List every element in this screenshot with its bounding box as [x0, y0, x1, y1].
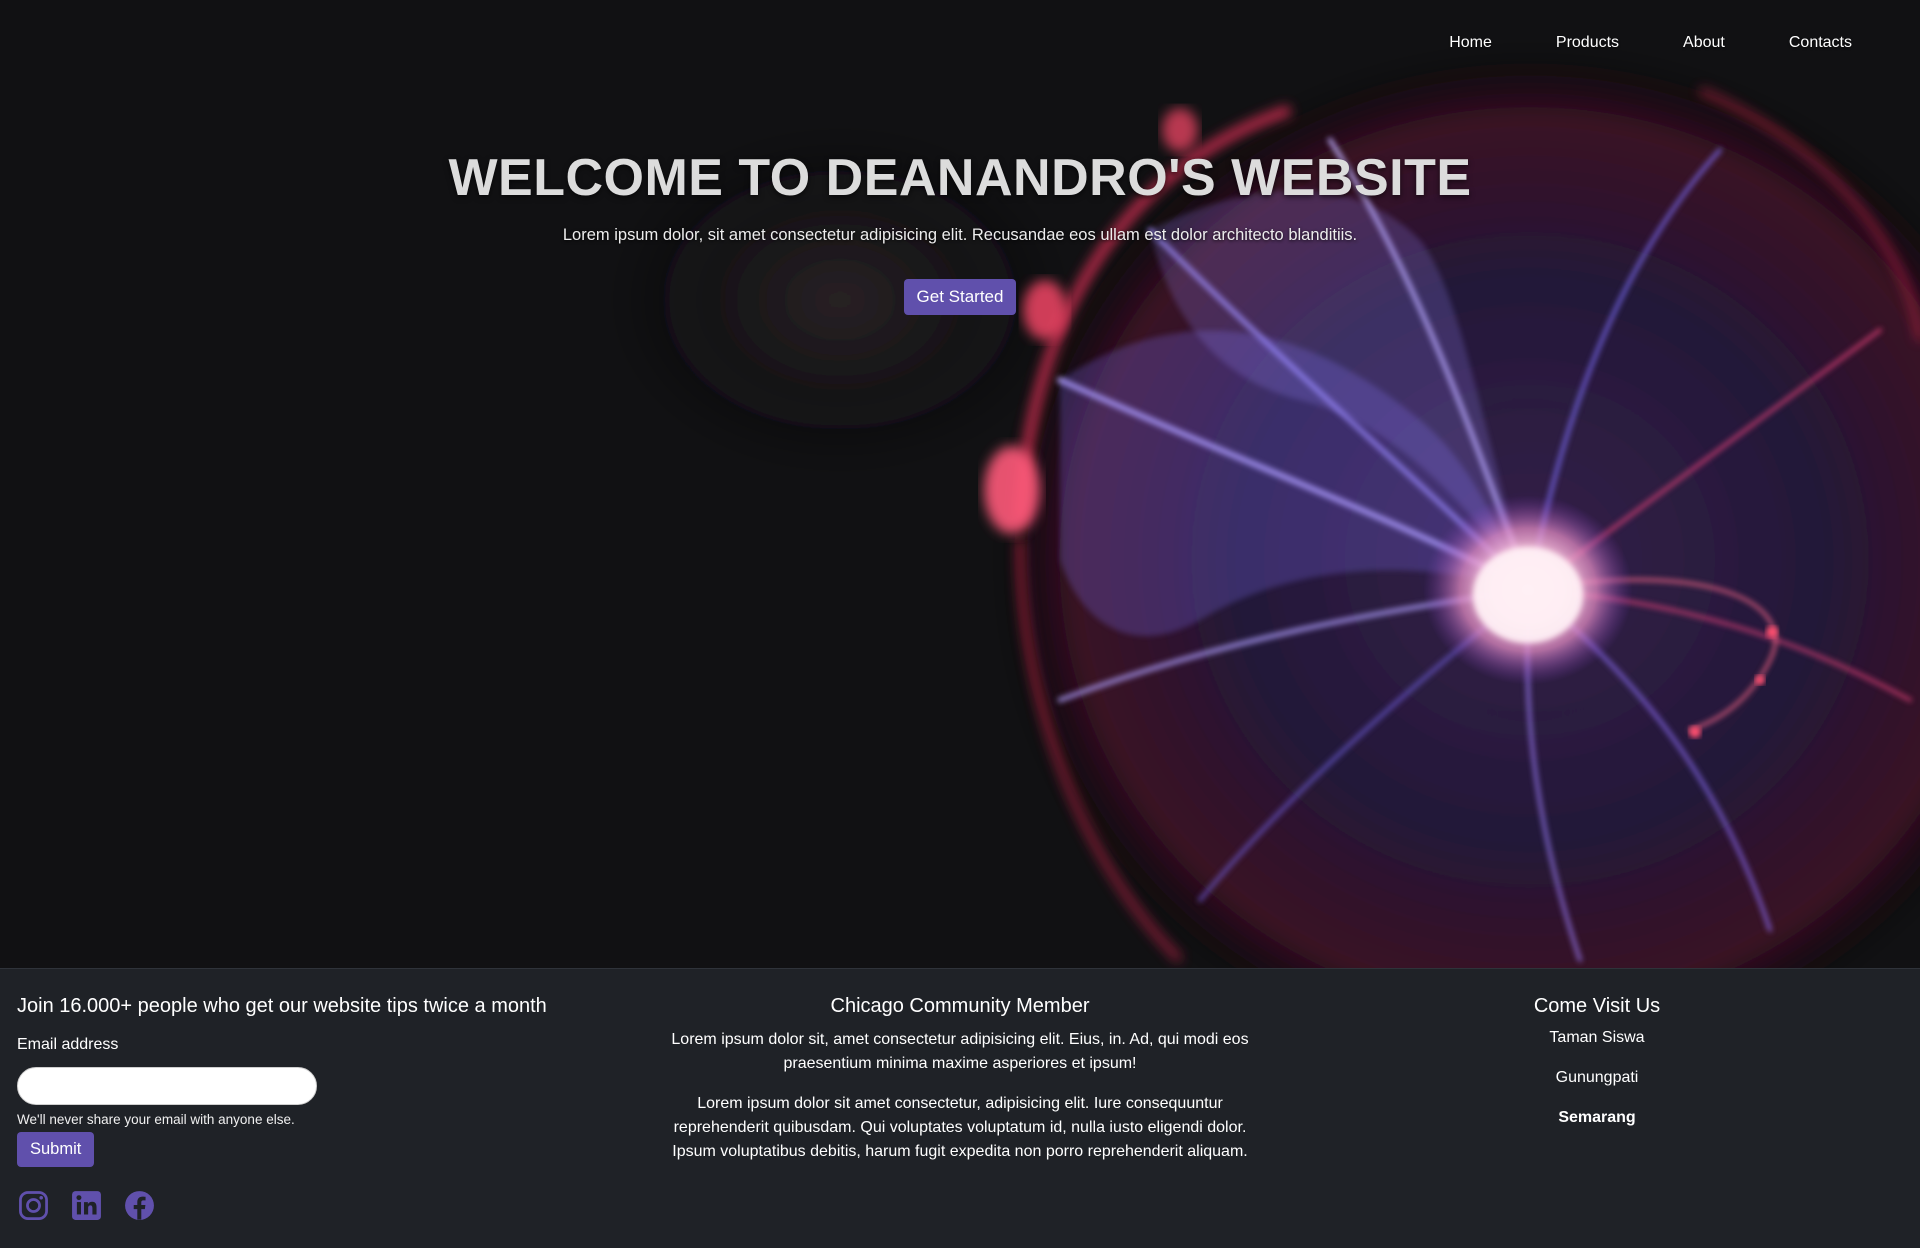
facebook-icon[interactable]	[123, 1189, 156, 1222]
nav-contacts[interactable]: Contacts	[1757, 30, 1852, 56]
nav-about[interactable]: About	[1651, 30, 1757, 56]
nav-products[interactable]: Products	[1524, 30, 1651, 56]
community-column: Chicago Community Member Lorem ipsum dol…	[660, 995, 1260, 1164]
nav-home[interactable]: Home	[1417, 30, 1524, 56]
email-input[interactable]	[17, 1067, 317, 1105]
social-links	[17, 1189, 597, 1222]
location-taman-siswa: Taman Siswa	[1549, 1029, 1645, 1046]
plasma-ball-image	[0, 0, 1920, 968]
submit-button[interactable]: Submit	[17, 1132, 95, 1167]
hero-content: WELCOME TO DEANANDRO'S WEBSITE Lorem ips…	[0, 148, 1920, 315]
community-paragraph-1: Lorem ipsum dolor sit, amet consectetur …	[671, 1031, 1249, 1072]
email-help-text: We'll never share your email with anyone…	[17, 1112, 295, 1127]
newsletter-heading: Join 16.000+ people who get our website …	[17, 995, 547, 1017]
community-paragraph-2: Lorem ipsum dolor sit amet consectetur, …	[672, 1095, 1248, 1160]
email-label: Email address	[17, 1036, 119, 1053]
community-heading: Chicago Community Member	[830, 995, 1090, 1017]
visit-column: Come Visit Us Taman Siswa Gunungpati Sem…	[1497, 995, 1697, 1130]
hero-subtitle: Lorem ipsum dolor, sit amet consectetur …	[562, 226, 1358, 244]
hero-title: WELCOME TO DEANANDRO'S WEBSITE	[448, 149, 1472, 207]
linkedin-icon[interactable]	[70, 1189, 103, 1222]
get-started-button[interactable]: Get Started	[903, 279, 1017, 315]
instagram-icon[interactable]	[17, 1189, 50, 1222]
location-semarang: Semarang	[1558, 1109, 1636, 1126]
visit-heading: Come Visit Us	[1533, 995, 1661, 1017]
newsletter-column: Join 16.000+ people who get our website …	[17, 995, 597, 1222]
top-nav: Home Products About Contacts	[1417, 30, 1852, 56]
footer: Join 16.000+ people who get our website …	[0, 968, 1920, 1248]
hero-section: Home Products About Contacts WELCOME TO …	[0, 0, 1920, 968]
location-gunungpati: Gunungpati	[1555, 1069, 1639, 1086]
